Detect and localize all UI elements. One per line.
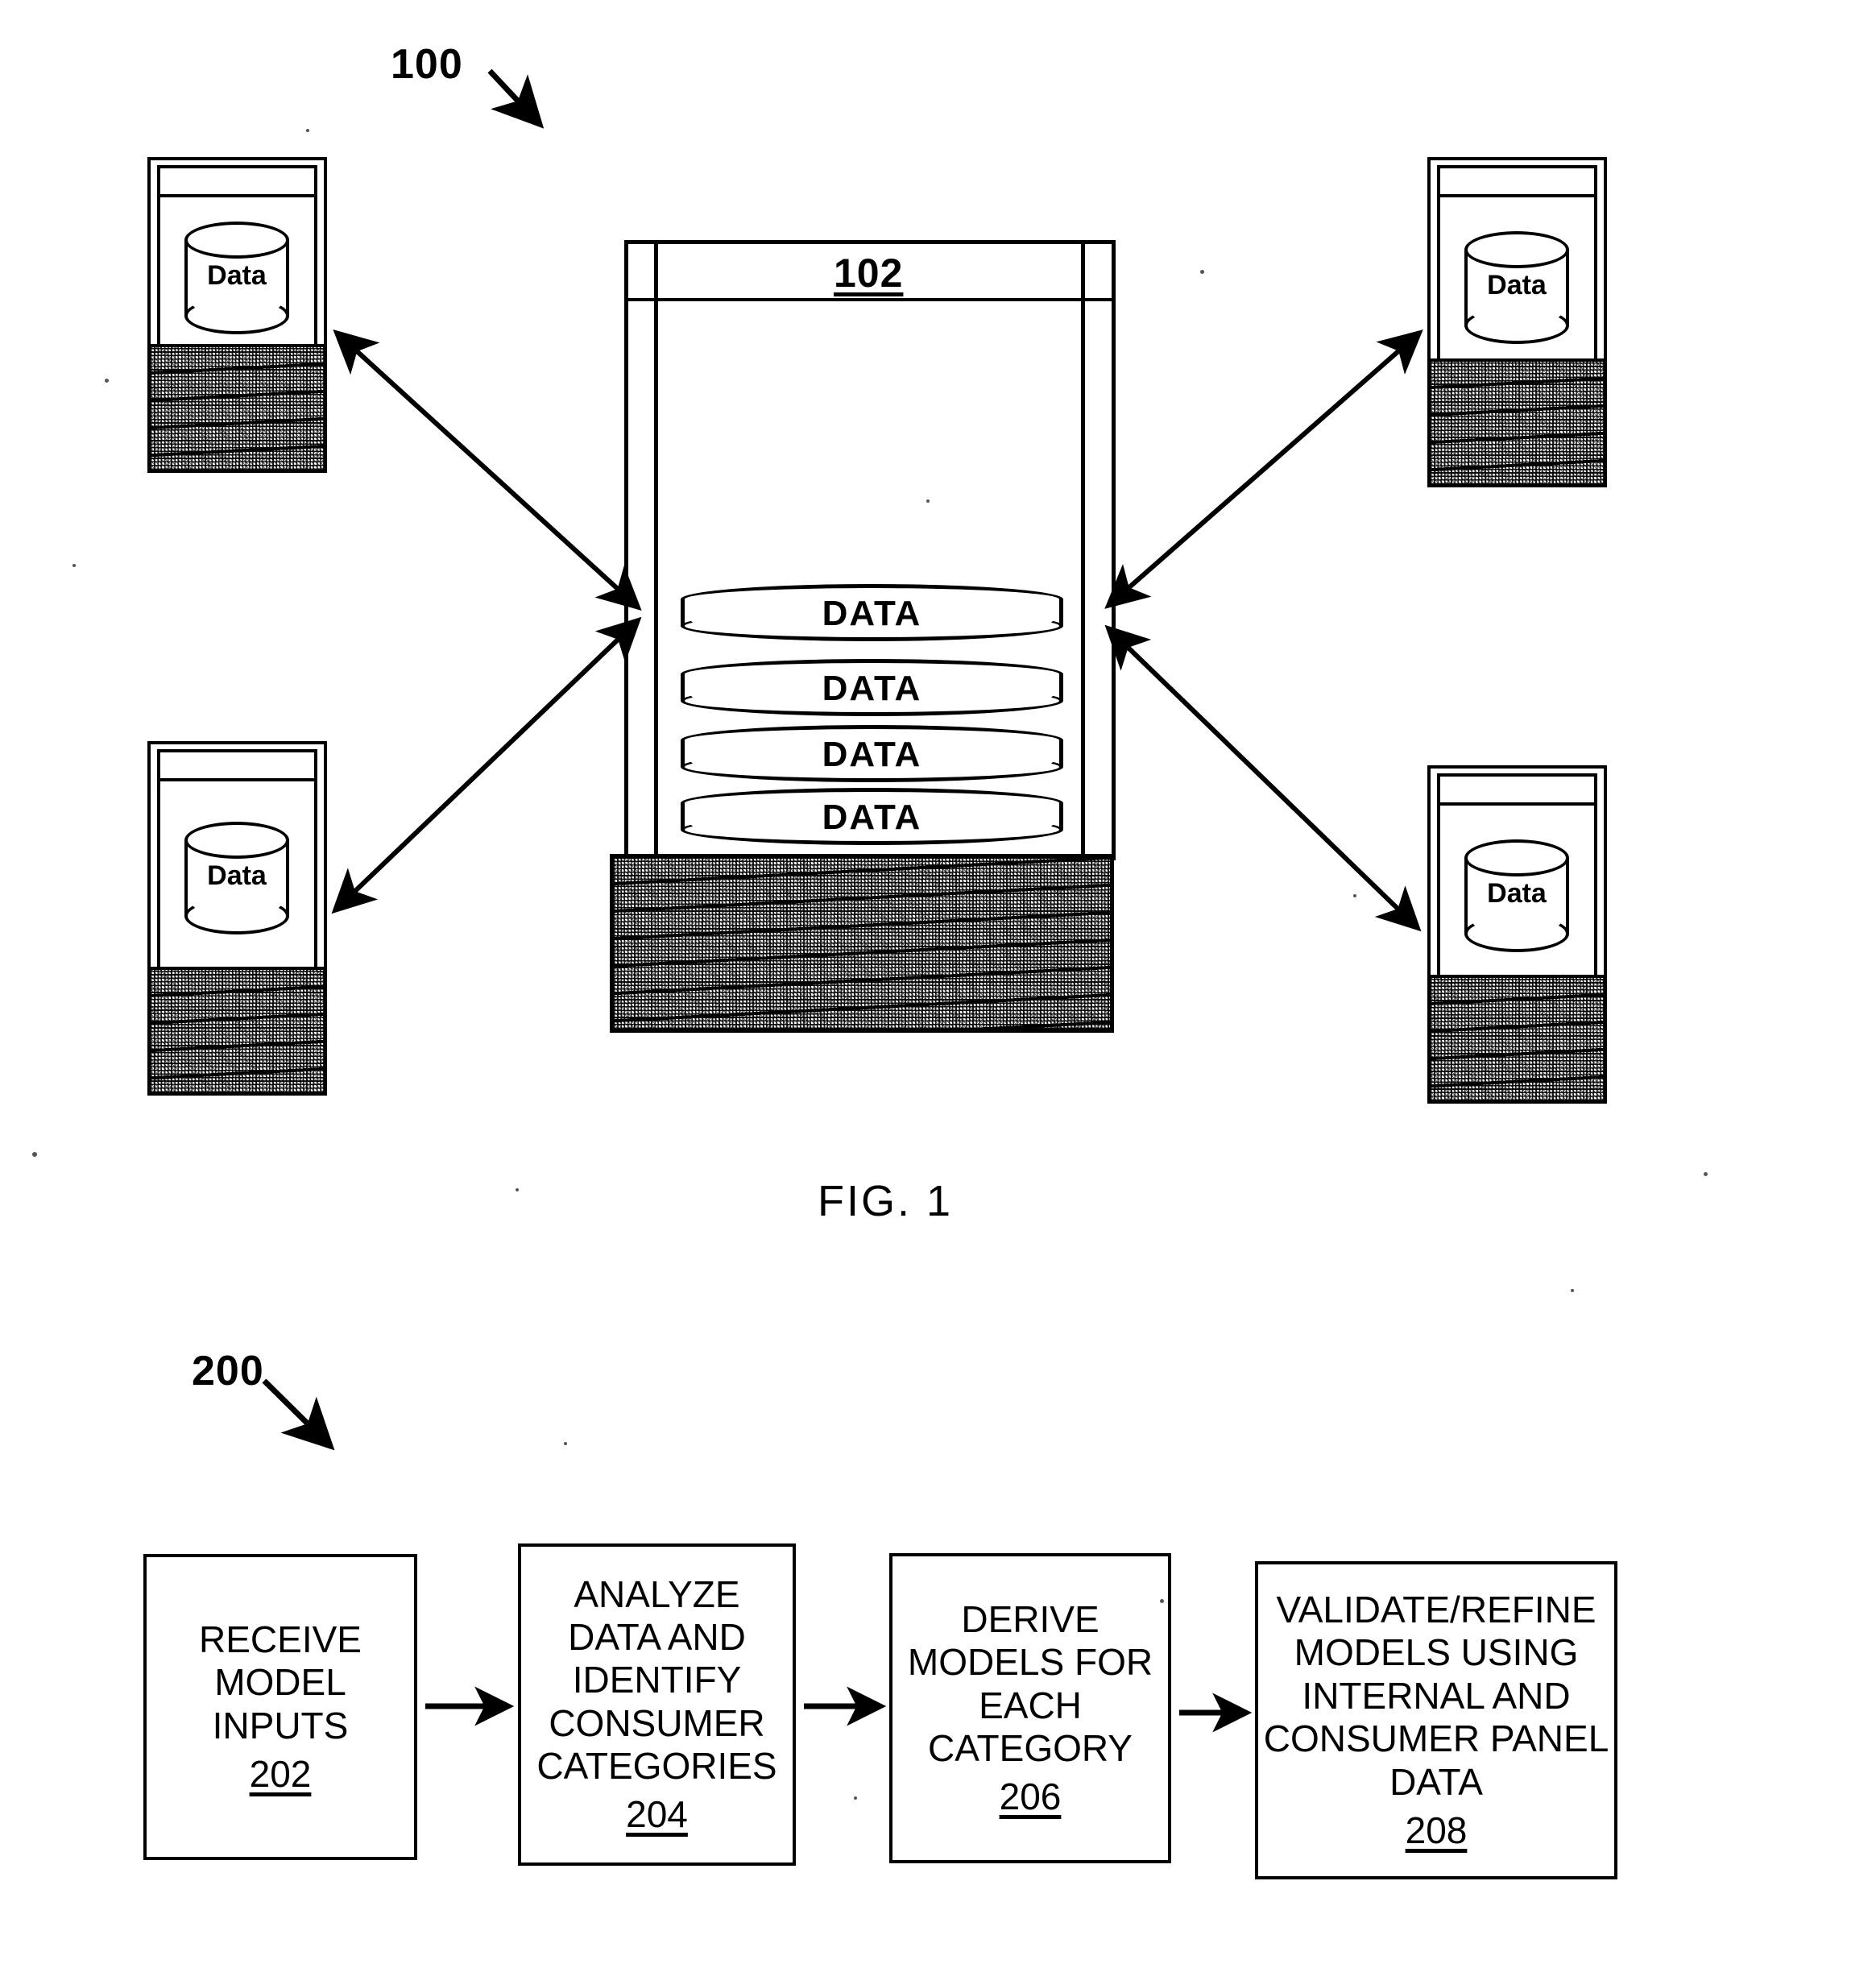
terminal-110: Data 110 <box>1427 765 1607 1104</box>
link-arrow-108-102 <box>1104 329 1423 609</box>
data-platter-3: DATA <box>681 725 1063 783</box>
terminal-top-bar <box>1437 194 1597 197</box>
cylinder-bottom-ellipse <box>1464 915 1569 952</box>
link-arrow-104-102 <box>333 329 642 611</box>
terminal-base <box>1427 975 1607 1104</box>
server-base <box>610 854 1114 1033</box>
flow-step-text: ANALYZE DATA AND IDENTIFY CONSUMER CATEG… <box>536 1572 777 1788</box>
data-cylinder-icon: Data <box>184 222 289 334</box>
flow-step-text: VALIDATE/REFINE MODELS USING INTERNAL AN… <box>1263 1589 1609 1803</box>
data-platter-4: DATA <box>681 788 1063 846</box>
flow-step-text: RECEIVE MODEL INPUTS <box>199 1618 362 1746</box>
scan-speck <box>306 129 309 132</box>
terminal-base-bands <box>1431 978 1604 1100</box>
terminal-base <box>147 967 327 1096</box>
flow-step-206: DERIVE MODELS FOR EACH CATEGORY 206 <box>889 1553 1171 1863</box>
terminal-base-bands <box>151 970 324 1092</box>
flow-step-204: ANALYZE DATA AND IDENTIFY CONSUMER CATEG… <box>518 1543 796 1866</box>
terminal-106: Data 106 <box>147 741 327 1096</box>
scan-speck <box>1160 1599 1164 1603</box>
platter-label: DATA <box>822 594 922 633</box>
figure1-caption: FIG. 1 <box>818 1177 954 1225</box>
link-arrow-110-102 <box>1104 624 1422 932</box>
flow-step-ref: 204 <box>626 1793 688 1836</box>
scan-speck <box>564 1442 567 1445</box>
scan-speck <box>516 1188 519 1191</box>
terminal-108: Data 108 <box>1427 157 1607 487</box>
scan-speck <box>105 379 109 383</box>
server-ref-label: 102 <box>834 251 904 296</box>
scan-speck <box>1200 270 1204 274</box>
flow-step-ref: 202 <box>249 1753 312 1796</box>
terminal-base <box>1427 358 1607 487</box>
platter-label: DATA <box>822 735 922 774</box>
cylinder-label: Data <box>207 860 267 891</box>
data-platter-1: DATA <box>681 584 1063 642</box>
server-inner-left-rail <box>654 242 658 859</box>
cylinder-bottom-ellipse <box>1464 307 1569 344</box>
terminal-top-bar <box>157 194 317 197</box>
data-cylinder-icon: Data <box>1464 839 1569 952</box>
scan-speck <box>1353 894 1356 897</box>
cylinder-label: Data <box>1487 270 1547 300</box>
scan-speck <box>32 1152 37 1157</box>
scan-speck <box>1571 1289 1574 1292</box>
flow-step-202: RECEIVE MODEL INPUTS 202 <box>143 1554 417 1860</box>
terminal-104: Data 104 <box>147 157 327 473</box>
server-inner-right-rail <box>1081 242 1085 859</box>
flow-step-208: VALIDATE/REFINE MODELS USING INTERNAL AN… <box>1255 1561 1617 1879</box>
flow-step-ref: 206 <box>999 1775 1062 1818</box>
figure2-ref-label: 200 <box>192 1348 264 1394</box>
terminal-top-bar <box>1437 802 1597 806</box>
terminal-base-bands <box>151 347 324 470</box>
data-cylinder-icon: Data <box>184 822 289 934</box>
terminal-base-bands <box>1431 362 1604 484</box>
flow-step-text: DERIVE MODELS FOR EACH CATEGORY <box>907 1597 1153 1769</box>
figure1-lead-arrow <box>487 68 545 129</box>
link-arrow-106-102 <box>331 616 642 914</box>
figure2-lead-arrow <box>262 1378 335 1451</box>
platter-label: DATA <box>822 669 922 708</box>
cylinder-bottom-ellipse <box>184 897 289 934</box>
server-base-bands <box>614 858 1110 1029</box>
figure1-ref-label: 100 <box>391 41 463 88</box>
scan-speck <box>926 499 930 503</box>
data-cylinder-icon: Data <box>1464 231 1569 344</box>
terminal-base <box>147 344 327 473</box>
scan-speck <box>1704 1172 1708 1176</box>
flow-step-ref: 208 <box>1405 1809 1468 1851</box>
scan-speck <box>72 564 76 567</box>
patent-figure-page: 100 Data 104 Data 106 <box>0 0 1876 1964</box>
data-platter-2: DATA <box>681 659 1063 717</box>
cylinder-bottom-ellipse <box>184 297 289 334</box>
server-top-divider <box>627 298 1112 301</box>
cylinder-label: Data <box>207 260 267 291</box>
scan-speck <box>854 1796 857 1800</box>
terminal-top-bar <box>157 778 317 781</box>
platter-label: DATA <box>822 798 922 837</box>
cylinder-label: Data <box>1487 878 1547 909</box>
